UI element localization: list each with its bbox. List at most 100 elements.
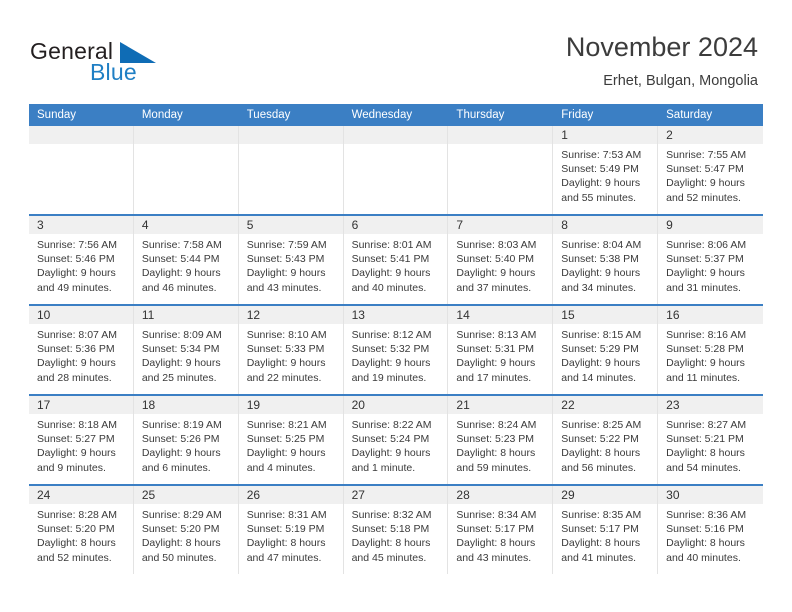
- sunrise-text: Sunrise: 8:15 AM: [561, 329, 642, 341]
- day-sun-info: Sunrise: 8:09 AM Sunset: 5:34 PM Daylight:…: [134, 324, 238, 385]
- day-sun-info: Sunrise: 8:04 AM Sunset: 5:38 PM Daylight:…: [553, 234, 657, 295]
- calendar-day-cell[interactable]: 24 Sunrise: 8:28 AM Sunset: 5:20 PM Dayligh…: [29, 486, 134, 574]
- day-number-band: 6: [343, 216, 448, 234]
- daylight-text-line2: and 54 minutes.: [666, 461, 741, 474]
- calendar-day-cell[interactable]: 8 Sunrise: 8:04 AM Sunset: 5:38 PM Daylight…: [553, 216, 659, 304]
- day-number-band: 13: [343, 306, 448, 324]
- calendar-week-row: 1 Sunrise: 7:53 AM Sunset: 5:49 PM Daylight…: [29, 126, 763, 214]
- daylight-text-line1: Daylight: 9 hours: [141, 357, 221, 370]
- calendar-day-cell[interactable]: 12 Sunrise: 8:10 AM Sunset: 5:33 PM Dayligh…: [238, 306, 344, 394]
- day-number: 14: [456, 308, 470, 322]
- daylight-text-line2: and 40 minutes.: [666, 551, 741, 564]
- calendar-day-cell[interactable]: 4 Sunrise: 7:58 AM Sunset: 5:44 PM Daylight…: [133, 216, 239, 304]
- calendar-day-cell[interactable]: 22 Sunrise: 8:25 AM Sunset: 5:22 PM Dayligh…: [553, 396, 659, 484]
- sunset-text: Sunset: 5:33 PM: [246, 343, 325, 356]
- day-sun-info: Sunrise: 8:28 AM Sunset: 5:20 PM Daylight:…: [29, 504, 133, 565]
- calendar-day-cell[interactable]: 11 Sunrise: 8:09 AM Sunset: 5:34 PM Dayligh…: [133, 306, 239, 394]
- day-sun-info: Sunrise: 8:13 AM Sunset: 5:31 PM Daylight:…: [448, 324, 552, 385]
- sunrise-text: Sunrise: 8:09 AM: [141, 329, 222, 341]
- daylight-text-line1: Daylight: 8 hours: [456, 447, 536, 460]
- calendar-day-cell[interactable]: 19 Sunrise: 8:21 AM Sunset: 5:25 PM Dayligh…: [238, 396, 344, 484]
- day-sun-info: Sunrise: 7:56 AM Sunset: 5:46 PM Daylight:…: [29, 234, 133, 295]
- calendar-day-cell[interactable]: 3 Sunrise: 7:56 AM Sunset: 5:46 PM Daylight…: [29, 216, 134, 304]
- daylight-text-line1: Daylight: 8 hours: [246, 537, 326, 550]
- sunrise-text: Sunrise: 8:16 AM: [666, 329, 747, 341]
- daylight-text-line1: Daylight: 9 hours: [351, 357, 431, 370]
- calendar-day-cell[interactable]: 9 Sunrise: 8:06 AM Sunset: 5:37 PM Daylight…: [658, 216, 763, 304]
- sunrise-text: Sunrise: 8:10 AM: [246, 329, 327, 341]
- day-sun-info: Sunrise: 8:19 AM Sunset: 5:26 PM Daylight:…: [134, 414, 238, 475]
- calendar-day-cell[interactable]: 14 Sunrise: 8:13 AM Sunset: 5:31 PM Dayligh…: [448, 306, 554, 394]
- daylight-text-line2: and 52 minutes.: [37, 551, 112, 564]
- calendar-day-cell[interactable]: 7 Sunrise: 8:03 AM Sunset: 5:40 PM Daylight…: [448, 216, 554, 304]
- calendar-day-cell[interactable]: 6 Sunrise: 8:01 AM Sunset: 5:41 PM Daylight…: [343, 216, 449, 304]
- day-number-band: 17: [29, 396, 133, 414]
- calendar-day-cell[interactable]: 16 Sunrise: 8:16 AM Sunset: 5:28 PM Dayligh…: [658, 306, 763, 394]
- calendar-day-cell[interactable]: 13 Sunrise: 8:12 AM Sunset: 5:32 PM Dayligh…: [343, 306, 449, 394]
- calendar-day-cell[interactable]: 17 Sunrise: 8:18 AM Sunset: 5:27 PM Dayligh…: [29, 396, 134, 484]
- calendar-day-cell[interactable]: 18 Sunrise: 8:19 AM Sunset: 5:26 PM Dayligh…: [133, 396, 239, 484]
- calendar-day-cell[interactable]: 23 Sunrise: 8:27 AM Sunset: 5:21 PM Dayligh…: [658, 396, 763, 484]
- calendar-day-cell[interactable]: 5 Sunrise: 7:59 AM Sunset: 5:43 PM Daylight…: [238, 216, 344, 304]
- day-number: 8: [561, 218, 568, 232]
- day-number: 9: [666, 218, 673, 232]
- calendar-day-cell[interactable]: 25 Sunrise: 8:29 AM Sunset: 5:20 PM Dayligh…: [133, 486, 239, 574]
- sunrise-text: Sunrise: 7:58 AM: [141, 239, 222, 251]
- daylight-text-line1: Daylight: 8 hours: [561, 447, 641, 460]
- daylight-text-line2: and 46 minutes.: [141, 281, 217, 294]
- day-number: 7: [456, 218, 464, 232]
- day-sun-info: Sunrise: 7:59 AM Sunset: 5:43 PM Daylight:…: [239, 234, 343, 295]
- sunset-text: Sunset: 5:37 PM: [666, 253, 744, 266]
- calendar-day-cell[interactable]: 27 Sunrise: 8:32 AM Sunset: 5:18 PM Dayligh…: [343, 486, 449, 574]
- calendar-day-cell[interactable]: 29 Sunrise: 8:35 AM Sunset: 5:17 PM Dayligh…: [553, 486, 659, 574]
- weekday-thursday: Thursday: [456, 109, 505, 121]
- day-number: 12: [246, 308, 261, 322]
- day-number-band: 15: [553, 306, 658, 324]
- weekday-monday: Monday: [141, 109, 183, 121]
- daylight-text-line1: Daylight: 9 hours: [351, 447, 431, 460]
- day-number: 30: [666, 488, 680, 502]
- calendar-day-cell[interactable]: 10 Sunrise: 8:07 AM Sunset: 5:36 PM Dayligh…: [29, 306, 134, 394]
- title-block: November 2024 Erhet, Bulgan, Mongolia: [566, 30, 758, 90]
- calendar-day-cell[interactable]: 1 Sunrise: 7:53 AM Sunset: 5:49 PM Daylight…: [553, 126, 659, 214]
- sunset-text: Sunset: 5:46 PM: [37, 253, 115, 266]
- daylight-text-line1: Daylight: 8 hours: [561, 537, 641, 550]
- sunset-text: Sunset: 5:22 PM: [561, 433, 639, 446]
- day-number: 25: [141, 488, 156, 502]
- sunset-text: Sunset: 5:34 PM: [141, 343, 220, 356]
- sunset-text: Sunset: 5:17 PM: [561, 523, 639, 536]
- day-number-band: 28: [448, 486, 553, 504]
- day-number-band: 14: [448, 306, 553, 324]
- sunrise-text: Sunrise: 7:56 AM: [37, 239, 117, 251]
- calendar-day-cell[interactable]: 20 Sunrise: 8:22 AM Sunset: 5:24 PM Dayligh…: [343, 396, 449, 484]
- sunset-text: Sunset: 5:27 PM: [37, 433, 115, 446]
- calendar-day-cell[interactable]: 21 Sunrise: 8:24 AM Sunset: 5:23 PM Dayligh…: [448, 396, 554, 484]
- calendar-day-cell[interactable]: 26 Sunrise: 8:31 AM Sunset: 5:19 PM Dayligh…: [238, 486, 344, 574]
- calendar-day-cell[interactable]: 2 Sunrise: 7:55 AM Sunset: 5:47 PM Daylight…: [658, 126, 763, 214]
- sunrise-text: Sunrise: 8:36 AM: [666, 509, 747, 521]
- day-number-band: 11: [133, 306, 238, 324]
- weekday-header-row: Sunday Monday Tuesday Wednesday Thursday…: [29, 104, 763, 126]
- daylight-text-line2: and 6 minutes.: [141, 461, 211, 474]
- calendar-day-cell[interactable]: 28 Sunrise: 8:34 AM Sunset: 5:17 PM Dayligh…: [448, 486, 554, 574]
- daylight-text-line1: Daylight: 9 hours: [246, 267, 326, 280]
- calendar-day-cell[interactable]: 30 Sunrise: 8:36 AM Sunset: 5:16 PM Dayligh…: [658, 486, 763, 574]
- daylight-text-line1: Daylight: 9 hours: [561, 267, 641, 280]
- sunset-text: Sunset: 5:41 PM: [351, 253, 430, 266]
- day-number: 28: [456, 488, 470, 502]
- daylight-text-line1: Daylight: 9 hours: [561, 357, 641, 370]
- weekday-tuesday: Tuesday: [246, 109, 291, 121]
- calendar-day-cell[interactable]: 15 Sunrise: 8:15 AM Sunset: 5:29 PM Dayligh…: [553, 306, 659, 394]
- day-number: 4: [141, 218, 149, 232]
- daylight-text-line1: Daylight: 8 hours: [666, 447, 745, 460]
- day-number-band: 1: [553, 126, 658, 144]
- sunset-text: Sunset: 5:19 PM: [246, 523, 325, 536]
- day-sun-info: Sunrise: 8:10 AM Sunset: 5:33 PM Daylight:…: [239, 324, 343, 385]
- daylight-text-line2: and 25 minutes.: [141, 371, 217, 384]
- day-number-band: 21: [448, 396, 553, 414]
- day-sun-info: Sunrise: 7:55 AM Sunset: 5:47 PM Daylight:…: [658, 144, 763, 205]
- daylight-text-line1: Daylight: 8 hours: [351, 537, 431, 550]
- day-sun-info: Sunrise: 8:18 AM Sunset: 5:27 PM Daylight:…: [29, 414, 133, 475]
- sunrise-text: Sunrise: 8:28 AM: [37, 509, 117, 521]
- calendar-day-cell-empty: [343, 126, 449, 214]
